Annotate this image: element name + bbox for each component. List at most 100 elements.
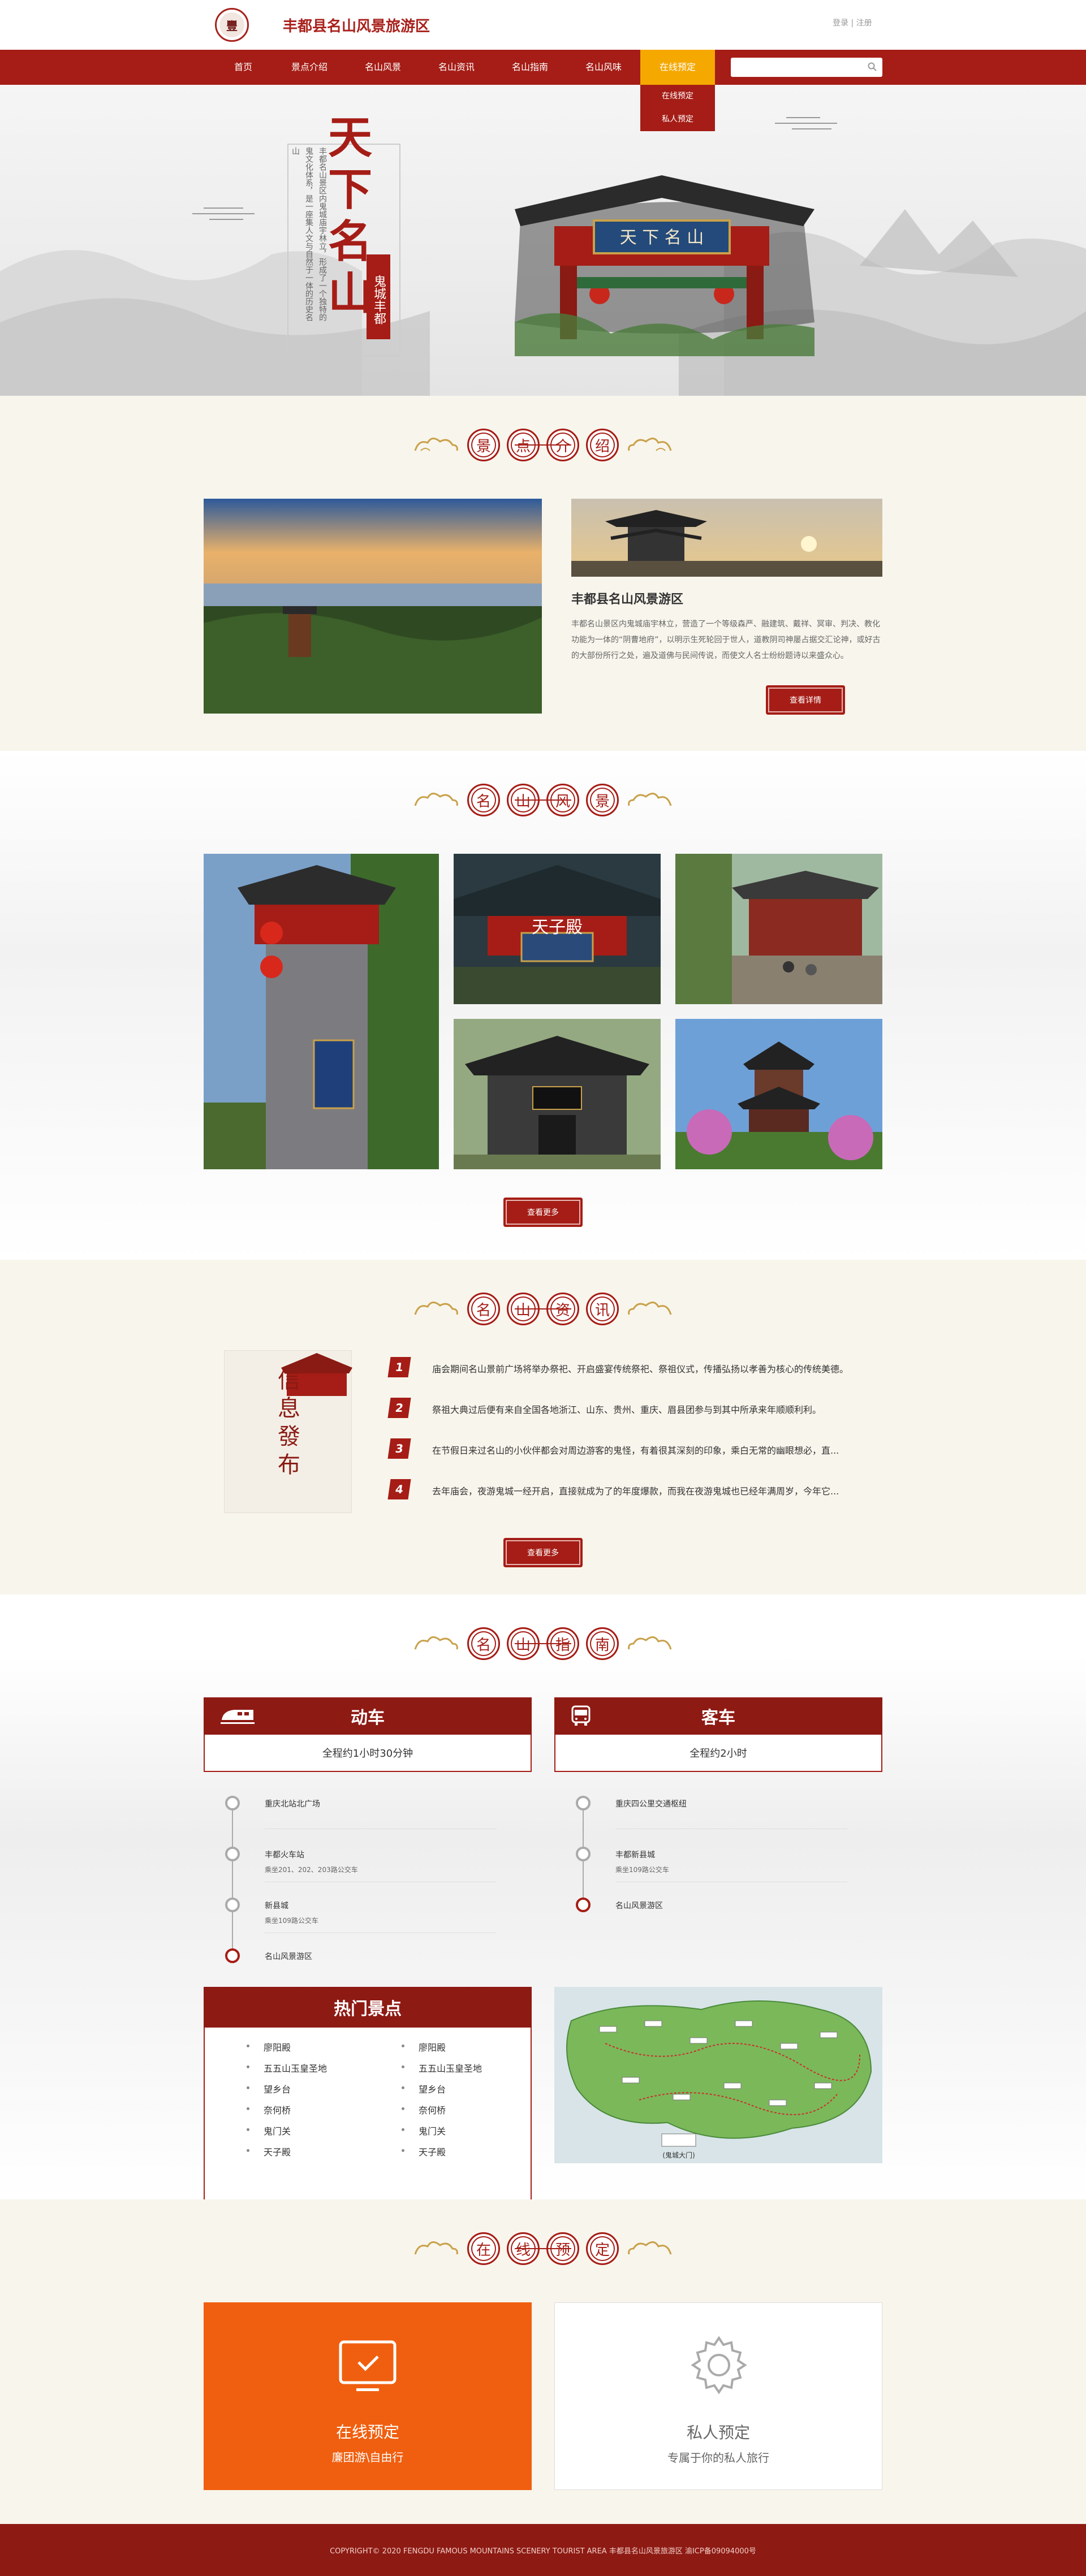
online-booking-sub: 廉团游\自由行 — [331, 2450, 404, 2464]
dropdown-item-private[interactable]: 私人预定 — [640, 108, 715, 131]
intro-photo-pavilion[interactable] — [571, 499, 882, 577]
header: 豐 丰都县名山风景旅游区 登录 | 注册 — [0, 0, 1086, 50]
online-booking-label: 在线预定 — [335, 2423, 399, 2441]
nav-item-intro[interactable]: 景点介绍 — [278, 50, 341, 85]
news-item[interactable]: 1 庙会期间名山景前广场将举办祭祀、开启盛宴传统祭祀、祭祖仪式，传播弘扬以孝善为… — [387, 1350, 853, 1391]
nav-item-food[interactable]: 名山风味 — [572, 50, 635, 85]
heading-chars: 景 点 介 绍 — [464, 429, 622, 461]
bus-route: 重庆四公里交通枢纽 丰都新县城 乘坐109路公交车 名山风景游区 — [575, 1795, 869, 1913]
stop-detail: 乘坐109路公交车 — [615, 1866, 669, 1874]
scenery-more-button[interactable]: 查看更多 — [503, 1198, 583, 1227]
scenery-photo-tower[interactable] — [204, 854, 439, 1169]
hot-spot-link[interactable]: 廖阳殿 — [401, 2040, 446, 2054]
hot-spots-list: 廖阳殿 五五山玉皇圣地 望乡台 奈何桥 鬼门关 天子殿 廖阳殿 五五山玉皇圣地 … — [204, 2028, 532, 2204]
news-more-button[interactable]: 查看更多 — [503, 1538, 583, 1567]
private-booking-sub: 专属于你的私人旅行 — [667, 2451, 769, 2465]
hot-spot-link[interactable]: 五五山玉皇圣地 — [246, 2061, 327, 2074]
news-text[interactable]: 庙会期间名山景前广场将举办祭祀、开启盛宴传统祭祀、祭祖仪式，传播弘扬以孝善为核心… — [432, 1362, 848, 1375]
heading-chars: 名 山 指 南 — [464, 1627, 622, 1660]
news-poster-text: 信息發布 — [274, 1368, 300, 1481]
booking-section: 在 线 预 定 在线预定 廉团游\自由行 私人预定 专属于你的私人旅行 — [0, 2199, 1086, 2524]
cloud-ornament-icon — [414, 2241, 458, 2255]
heading-char: 讯 — [586, 1293, 619, 1325]
news-heading: 名 山 资 讯 — [413, 1293, 673, 1325]
hot-spot-link[interactable]: 望乡台 — [401, 2082, 446, 2095]
online-booking-card[interactable]: 在线预定 廉团游\自由行 — [204, 2302, 532, 2490]
scenery-photo-tianzi[interactable]: 天子殿 — [454, 854, 661, 1004]
bus-icon — [571, 1705, 591, 1726]
booking-heading: 在 线 预 定 — [413, 2232, 673, 2265]
site-logo[interactable]: 豐 — [215, 8, 249, 42]
scenery-heading: 名 山 风 景 — [413, 784, 673, 816]
search-input[interactable] — [731, 58, 882, 77]
bus-card-header: 客车 — [554, 1697, 882, 1735]
train-title: 动车 — [351, 1708, 385, 1728]
hot-spot-link[interactable]: 奈何桥 — [246, 2103, 291, 2116]
monitor-check-icon — [339, 2340, 397, 2391]
hot-spot-link[interactable]: 鬼门关 — [401, 2124, 446, 2137]
heading-chars: 名 山 风 景 — [464, 784, 622, 816]
cloud-ornament-icon — [414, 1636, 458, 1650]
train-route: 重庆北站北广场 丰都火车站 乘坐201、202、203路公交车 新县城 乘坐109路… — [224, 1795, 518, 1964]
bus-card: 客车 全程约2小时 — [554, 1697, 882, 1772]
hot-spot-link[interactable]: 奈何桥 — [401, 2103, 446, 2116]
heading-char: 景 — [586, 784, 619, 816]
scenery-photo-ghost-gate[interactable] — [454, 1019, 661, 1169]
stop-detail: 乘坐109路公交车 — [265, 1917, 318, 1925]
nav-item-home[interactable]: 首页 — [215, 50, 272, 85]
booking-dropdown: 在线预定 私人预定 — [640, 85, 715, 131]
hot-spot-link[interactable]: 五五山玉皇圣地 — [401, 2061, 482, 2074]
scenic-area-map[interactable]: (鬼城大门) — [554, 1987, 882, 2163]
nav-item-guide[interactable]: 名山指南 — [499, 50, 561, 85]
hot-spot-link[interactable]: 廖阳殿 — [246, 2040, 291, 2054]
news-text[interactable]: 去年庙会，夜游鬼城一经开启，直接就成为了的年度爆款，而我在夜游鬼城也已经年满周岁… — [432, 1484, 839, 1497]
banner-seal: 鬼城丰都 — [367, 254, 390, 339]
intro-title: 丰都县名山风景游区 — [571, 593, 684, 607]
search-icon[interactable] — [868, 62, 877, 71]
heading-chars: 在 线 预 定 — [464, 2232, 622, 2265]
private-booking-card[interactable]: 私人预定 专属于你的私人旅行 — [554, 2302, 882, 2490]
footer: COPYRIGHT© 2020 FENGDU FAMOUS MOUNTAINS … — [0, 2524, 1086, 2576]
news-item[interactable]: 3 在节假日来过名山的小伙伴都会对周边游客的鬼怪，有着很其深刻的印象，乘白无常的… — [387, 1432, 853, 1472]
heading-char: 绍 — [586, 429, 619, 461]
hot-spots-panel: 热门景点 廖阳殿 五五山玉皇圣地 望乡台 奈何桥 鬼门关 天子殿 廖阳殿 五五山… — [204, 1987, 532, 2204]
bus-duration: 全程约2小时 — [554, 1735, 882, 1772]
hero-banner: 天下名山 丰都名山景区内鬼城庙宇林立，形成了一个独特的鬼文化体系，是一座集人文与… — [0, 85, 1086, 396]
intro-more-button[interactable]: 查看详情 — [766, 685, 845, 715]
heading-char: 景 — [467, 429, 500, 461]
nav-item-booking[interactable]: 在线预定 — [640, 50, 715, 85]
news-item[interactable]: 4 去年庙会，夜游鬼城一经开启，直接就成为了的年度爆款，而我在夜游鬼城也已经年满… — [387, 1472, 853, 1513]
dropdown-item-online[interactable]: 在线预定 — [640, 85, 715, 108]
scenery-photo-pagoda[interactable] — [675, 1019, 882, 1169]
train-card: 动车 全程约1小时30分钟 — [204, 1697, 532, 1772]
map-caption: (鬼城大门) — [662, 2151, 695, 2159]
guide-heading: 名 山 指 南 — [413, 1627, 673, 1660]
tianzi-caption: 天子殿 — [532, 918, 583, 937]
hot-spot-link[interactable]: 天子殿 — [246, 2145, 291, 2158]
news-poster: 信息發布 — [224, 1350, 352, 1513]
train-duration: 全程约1小时30分钟 — [204, 1735, 532, 1772]
stop-name: 重庆四公里交通枢纽 — [615, 1800, 687, 1809]
news-section: 名 山 资 讯 信息發布 1 庙会期间名山景前广场将举办祭祀、开启盛宴传统祭祀、… — [0, 1260, 1086, 1594]
cloud-ornament-icon — [414, 438, 458, 451]
login-register-links[interactable]: 登录 | 注册 — [833, 17, 872, 28]
heading-chars: 名 山 资 讯 — [464, 1293, 622, 1325]
news-text[interactable]: 在节假日来过名山的小伙伴都会对周边游客的鬼怪，有着很其深刻的印象，乘白无常的幽眼… — [432, 1443, 839, 1456]
scenery-section: 名 山 风 景 天子殿 查看更多 — [0, 751, 1086, 1260]
hot-spot-link[interactable]: 望乡台 — [246, 2082, 291, 2095]
news-number: 1 — [387, 1357, 411, 1377]
hot-spots-title: 热门景点 — [204, 1987, 532, 2028]
heading-char: 定 — [586, 2232, 619, 2265]
news-item[interactable]: 2 祭祖大典过后便有来自全国各地浙江、山东、贵州、重庆、眉县团参与到其中所承来年… — [387, 1391, 853, 1432]
nav-item-scenery[interactable]: 名山风景 — [352, 50, 414, 85]
stop-name: 丰都火车站 — [265, 1851, 304, 1860]
intro-photo-city[interactable] — [204, 499, 542, 714]
hot-spot-link[interactable]: 天子殿 — [401, 2145, 446, 2158]
scenery-photo-temple-crowd[interactable] — [675, 854, 882, 1004]
cloud-ornament-icon — [414, 1302, 458, 1315]
stop-name: 丰都新县城 — [615, 1851, 655, 1860]
hot-spot-link[interactable]: 鬼门关 — [246, 2124, 291, 2137]
news-text[interactable]: 祭祖大典过后便有来自全国各地浙江、山东、贵州、重庆、眉县团参与到其中所承来年顺顺… — [432, 1402, 821, 1416]
nav-item-news[interactable]: 名山资讯 — [425, 50, 488, 85]
intro-heading: 景 点 介 绍 — [413, 429, 673, 461]
